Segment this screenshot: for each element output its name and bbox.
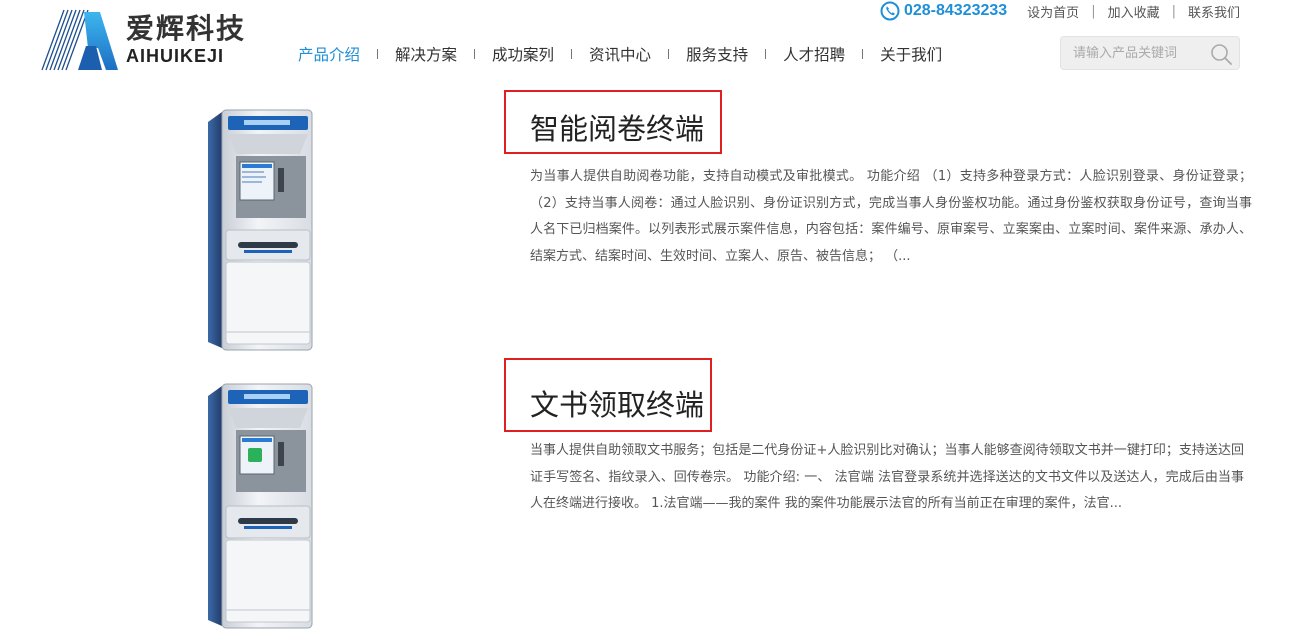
main-nav: 产品介绍 解决方案 成功案列 资讯中心 服务支持 人才招聘 关于我们 (298, 42, 942, 66)
nav-separator (668, 49, 670, 59)
product-title[interactable]: 智能阅卷终端 (530, 106, 704, 148)
product-item[interactable]: 文书领取终端 当事人提供自助领取文书服务；包括是二代身份证+人脸识别比对确认；当… (0, 356, 1306, 634)
logo[interactable]: 爱辉科技 AIHUIKEJI (40, 8, 250, 72)
logo-mark-icon (41, 9, 118, 71)
site-header: 爱辉科技 AIHUIKEJI 028-84323233 设为首页 | 加入收藏 … (0, 0, 1306, 80)
contact-us-link[interactable]: 联系我们 (1188, 2, 1240, 21)
logo-en-text: AIHUIKEJI (126, 46, 225, 66)
hotline: 028-84323233 (880, 1, 1007, 21)
kiosk-image[interactable] (204, 380, 316, 630)
product-title[interactable]: 文书领取终端 (530, 382, 704, 424)
top-bar: 028-84323233 设为首页 | 加入收藏 | 联系我们 (880, 0, 1240, 22)
product-title-box[interactable]: 智能阅卷终端 (504, 90, 722, 154)
product-description: 当事人提供自助领取文书服务；包括是二代身份证+人脸识别比对确认；当事人能够查阅待… (530, 443, 1244, 511)
nav-separator (862, 49, 864, 59)
logo-cn-text: 爱辉科技 (126, 12, 247, 45)
nav-item-cases[interactable]: 成功案列 (492, 43, 554, 65)
set-homepage-link[interactable]: 设为首页 (1027, 2, 1079, 21)
nav-item-support[interactable]: 服务支持 (686, 43, 748, 65)
search-box (1060, 36, 1240, 70)
kiosk-image[interactable] (204, 106, 316, 352)
product-description: 为当事人提供自助阅卷功能，支持自动模式及审批模式。 功能介绍 （1）支持多种登录… (530, 169, 1252, 264)
top-link-separator: | (1171, 3, 1176, 19)
nav-item-solutions[interactable]: 解决方案 (395, 43, 457, 65)
nav-separator (474, 49, 476, 59)
nav-item-about[interactable]: 关于我们 (880, 43, 942, 65)
nav-item-products[interactable]: 产品介绍 (298, 43, 360, 65)
search-icon[interactable] (1209, 42, 1233, 66)
nav-separator (377, 49, 379, 59)
nav-item-news[interactable]: 资讯中心 (589, 43, 651, 65)
top-link-separator: | (1091, 3, 1096, 19)
nav-separator (571, 49, 573, 59)
nav-separator (765, 49, 767, 59)
phone-icon (880, 1, 900, 21)
add-favorite-link[interactable]: 加入收藏 (1108, 2, 1160, 21)
phone-number: 028-84323233 (903, 2, 1008, 19)
search-input[interactable] (1061, 37, 1201, 69)
product-title-box[interactable]: 文书领取终端 (504, 358, 712, 432)
nav-item-careers[interactable]: 人才招聘 (783, 43, 845, 65)
product-item[interactable]: 智能阅卷终端 为当事人提供自助阅卷功能，支持自动模式及审批模式。 功能介绍 （1… (0, 86, 1306, 356)
